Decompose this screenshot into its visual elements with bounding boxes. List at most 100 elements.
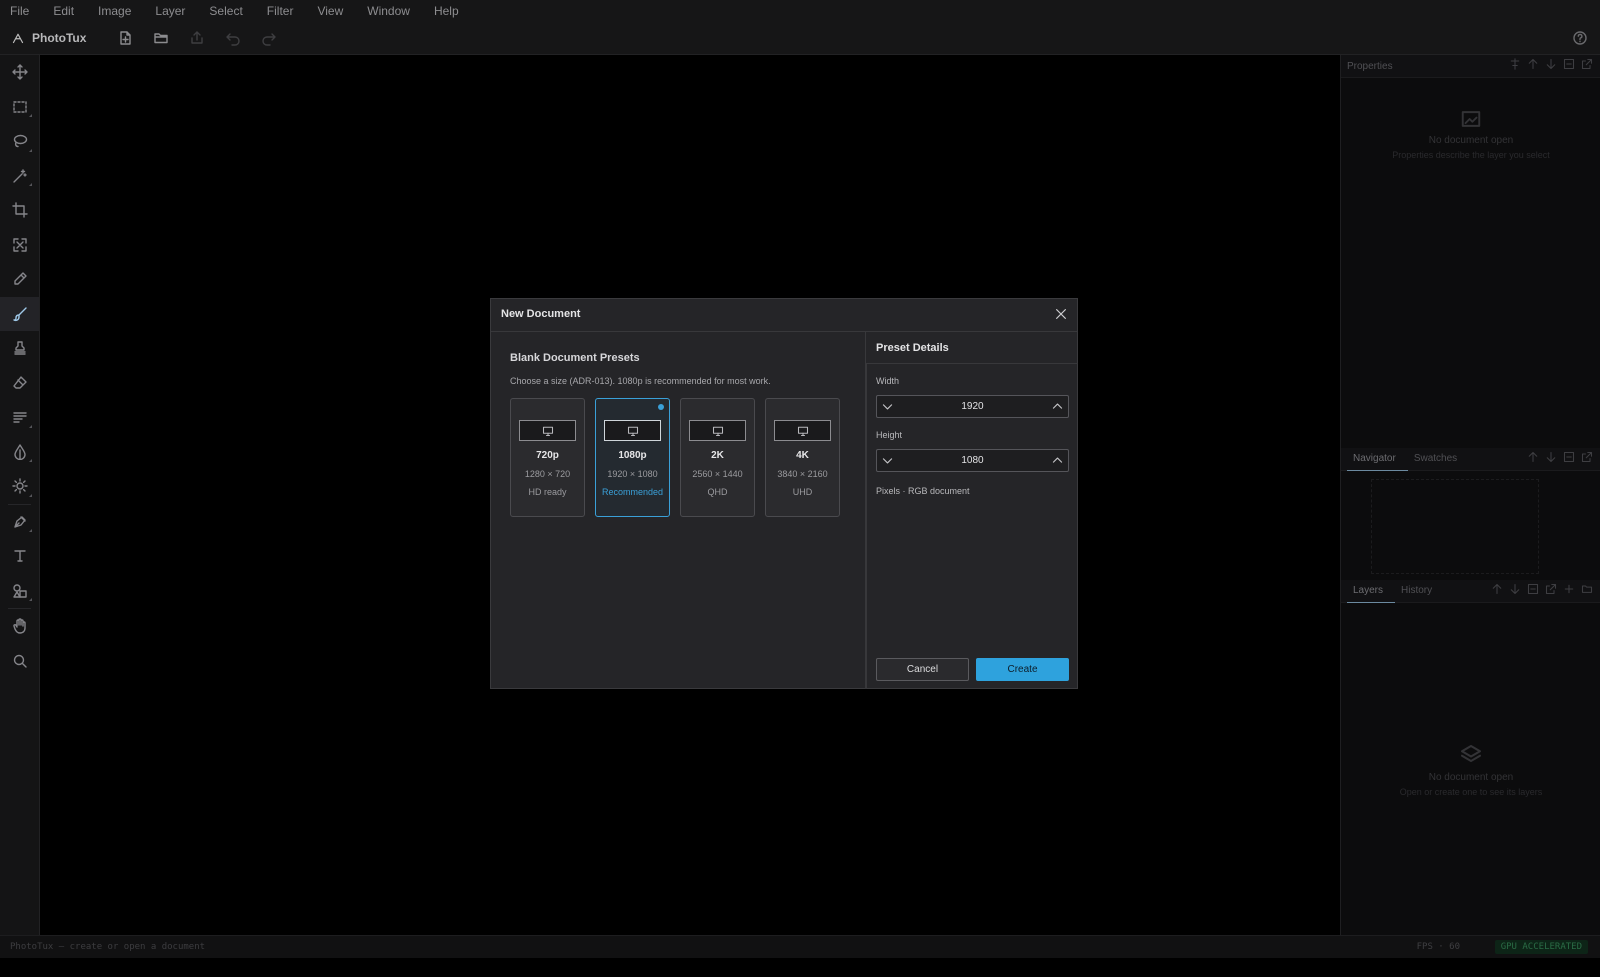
properties-empty-title: No document open (1428, 135, 1514, 146)
folder-icon[interactable] (1581, 583, 1593, 595)
menu-bar: File Edit Image Layer Select Filter View… (0, 0, 1600, 23)
stamp-tool-icon[interactable] (0, 331, 39, 366)
text-tool-icon[interactable] (0, 539, 39, 574)
crop-tool-icon[interactable] (0, 193, 39, 228)
presets-pane: Blank Document Presets Choose a size (AD… (491, 332, 866, 689)
navigator-panel-header: Navigator Swatches (1341, 448, 1600, 471)
presets-title: Blank Document Presets (510, 352, 640, 364)
marquee-tool-icon[interactable] (0, 90, 39, 125)
width-value[interactable]: 1920 (877, 401, 1068, 412)
dialog-title: New Document (501, 308, 581, 320)
toolbar: PhotoTux (0, 22, 1600, 55)
gpu-badge: GPU ACCELERATED (1494, 940, 1588, 954)
menu-file[interactable]: File (0, 4, 29, 18)
preset-details-pane: Preset Details Width 1920 Height 1080 Pi… (866, 332, 1078, 689)
lasso-tool-icon[interactable] (0, 124, 39, 159)
monitor-icon (797, 425, 809, 437)
navigator-preview-area (1341, 471, 1600, 580)
close-icon[interactable] (1054, 307, 1068, 321)
properties-empty-subtitle: Properties describe the layer you select (1392, 150, 1550, 160)
help-icon[interactable] (1572, 30, 1588, 46)
tab-navigator[interactable]: Navigator (1347, 448, 1408, 471)
preset-thumbnail (774, 420, 831, 441)
preset-name: 4K (796, 450, 809, 461)
preset-card-720p[interactable]: 720p 1280 × 720 HD ready (510, 398, 585, 517)
width-stepper[interactable]: 1920 (876, 395, 1069, 418)
height-value[interactable]: 1080 (877, 455, 1068, 466)
preset-card-1080p[interactable]: 1080p 1920 × 1080 Recommended (595, 398, 670, 517)
presets-description: Choose a size (ADR-013). 1080p is recomm… (510, 376, 771, 386)
layers-empty-state: No document open Open or create one to s… (1341, 603, 1600, 797)
move-tool-icon[interactable] (0, 55, 39, 90)
blur-tool-icon[interactable] (0, 435, 39, 470)
move-up-icon[interactable] (1527, 58, 1539, 70)
menu-help[interactable]: Help (424, 4, 459, 18)
preset-cards: 720p 1280 × 720 HD ready 1080p 1920 × 10… (510, 398, 840, 517)
redo-icon[interactable] (251, 30, 287, 46)
popout-icon[interactable] (1581, 451, 1593, 463)
preset-name: 2K (711, 450, 724, 461)
preset-name: 720p (536, 450, 559, 461)
move-down-icon[interactable] (1545, 58, 1557, 70)
move-up-icon[interactable] (1527, 451, 1539, 463)
navigator-preview (1371, 479, 1539, 574)
menu-filter[interactable]: Filter (257, 4, 294, 18)
preset-details-body: Width 1920 Height 1080 Pixels · RGB docu… (866, 363, 1078, 689)
menu-select[interactable]: Select (199, 4, 242, 18)
shape-tool-icon[interactable] (0, 574, 39, 609)
preset-note: UHD (792, 487, 813, 497)
selected-indicator (658, 404, 664, 410)
gradient-tool-icon[interactable] (0, 400, 39, 435)
preset-thumbnail (519, 420, 576, 441)
chevron-up-icon[interactable] (1051, 454, 1064, 467)
menu-layer[interactable]: Layer (145, 4, 185, 18)
eyedropper-tool-icon[interactable] (0, 262, 39, 297)
preset-name: 1080p (618, 450, 647, 461)
move-down-icon[interactable] (1545, 451, 1557, 463)
height-label: Height (876, 430, 903, 440)
move-down-icon[interactable] (1509, 583, 1521, 595)
magic-wand-tool-icon[interactable] (0, 159, 39, 194)
chevron-up-icon[interactable] (1051, 400, 1064, 413)
transform-tool-icon[interactable] (0, 228, 39, 263)
preset-details-title: Preset Details (876, 342, 949, 354)
popout-icon[interactable] (1545, 583, 1557, 595)
tab-layers[interactable]: Layers (1347, 580, 1396, 603)
menu-edit[interactable]: Edit (43, 4, 74, 18)
tab-history[interactable]: History (1395, 580, 1444, 602)
export-icon[interactable] (179, 30, 215, 46)
brush-tool-icon[interactable] (0, 296, 39, 331)
move-up-icon[interactable] (1491, 583, 1503, 595)
collapse-icon[interactable] (1563, 58, 1575, 70)
menu-window[interactable]: Window (357, 4, 410, 18)
popout-icon[interactable] (1581, 58, 1593, 70)
preset-card-4k[interactable]: 4K 3840 × 2160 UHD (765, 398, 840, 517)
tab-swatches[interactable]: Swatches (1408, 448, 1469, 470)
menu-image[interactable]: Image (88, 4, 131, 18)
preset-card-2k[interactable]: 2K 2560 × 1440 QHD (680, 398, 755, 517)
add-layer-icon[interactable] (1563, 583, 1575, 595)
fps-readout: FPS · 60 (1416, 942, 1460, 952)
hand-tool-icon[interactable] (0, 609, 39, 644)
pen-tool-icon[interactable] (0, 505, 39, 540)
monitor-icon (542, 425, 554, 437)
tool-strip (0, 55, 40, 955)
fps-value: 60 (1449, 942, 1460, 952)
open-folder-icon[interactable] (143, 30, 179, 46)
status-bar: PhotoTux — create or open a document FPS… (0, 935, 1600, 958)
menu-view[interactable]: View (307, 4, 343, 18)
align-icon[interactable] (1509, 58, 1521, 70)
collapse-icon[interactable] (1563, 451, 1575, 463)
eraser-tool-icon[interactable] (0, 366, 39, 401)
preset-thumbnail (604, 420, 661, 441)
undo-icon[interactable] (215, 30, 251, 46)
height-stepper[interactable]: 1080 (876, 449, 1069, 472)
collapse-icon[interactable] (1527, 583, 1539, 595)
preset-resolution: 3840 × 2160 (777, 469, 828, 479)
fps-label: FPS (1416, 942, 1433, 952)
create-button[interactable]: Create (976, 658, 1069, 681)
dodge-tool-icon[interactable] (0, 469, 39, 504)
cancel-button[interactable]: Cancel (876, 658, 969, 681)
new-file-icon[interactable] (107, 30, 143, 46)
zoom-tool-icon[interactable] (0, 644, 39, 679)
